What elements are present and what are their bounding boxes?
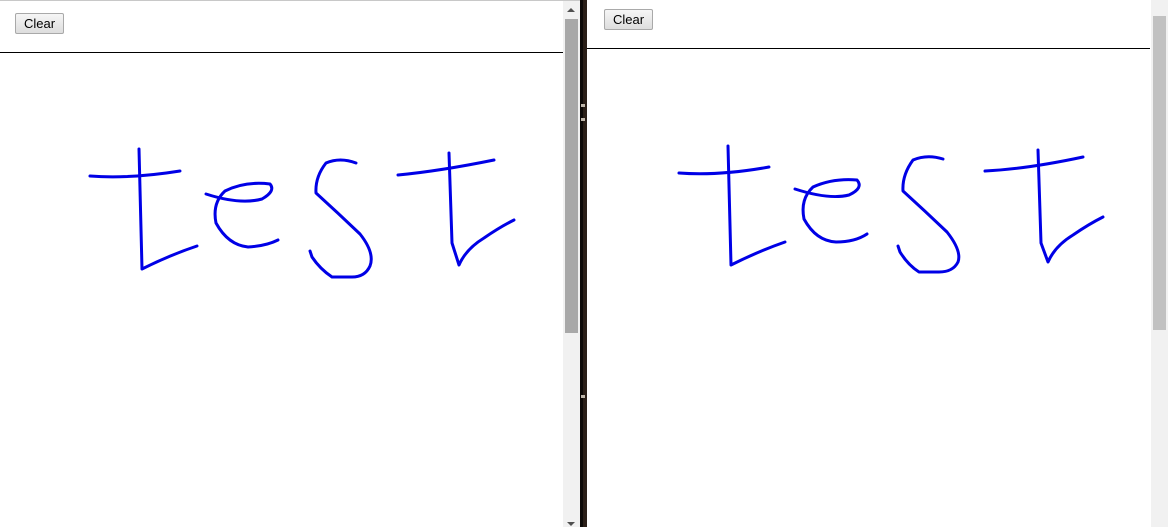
drawing-canvas[interactable] — [0, 53, 563, 527]
window-divider — [580, 0, 587, 527]
scroll-thumb[interactable] — [1153, 16, 1166, 330]
drawing-pane-left: Clear — [0, 0, 580, 527]
stroke-e — [793, 178, 869, 244]
vertical-scrollbar[interactable] — [563, 1, 580, 527]
stroke-s — [896, 155, 961, 274]
clear-button[interactable]: Clear — [604, 9, 654, 30]
stroke-e — [204, 181, 280, 249]
stroke-t1-bar — [677, 165, 771, 176]
stroke-t1-stem — [137, 147, 199, 271]
stroke-t1-bar — [88, 169, 182, 179]
clear-button[interactable]: Clear — [15, 13, 65, 34]
stroke-s — [308, 158, 373, 279]
stroke-t2-stem — [447, 151, 516, 267]
drawing-pane-right: Clear — [587, 0, 1168, 527]
scroll-down-icon[interactable] — [567, 522, 575, 526]
stroke-t1-stem — [726, 144, 787, 267]
stroke-t2-stem — [1036, 148, 1105, 264]
drawing-canvas[interactable] — [587, 49, 1150, 527]
stroke-t2-bar — [983, 155, 1085, 173]
scroll-thumb[interactable] — [565, 19, 578, 333]
vertical-scrollbar[interactable] — [1151, 0, 1168, 527]
stroke-t2-bar — [396, 158, 496, 177]
scroll-up-icon[interactable] — [567, 8, 575, 12]
